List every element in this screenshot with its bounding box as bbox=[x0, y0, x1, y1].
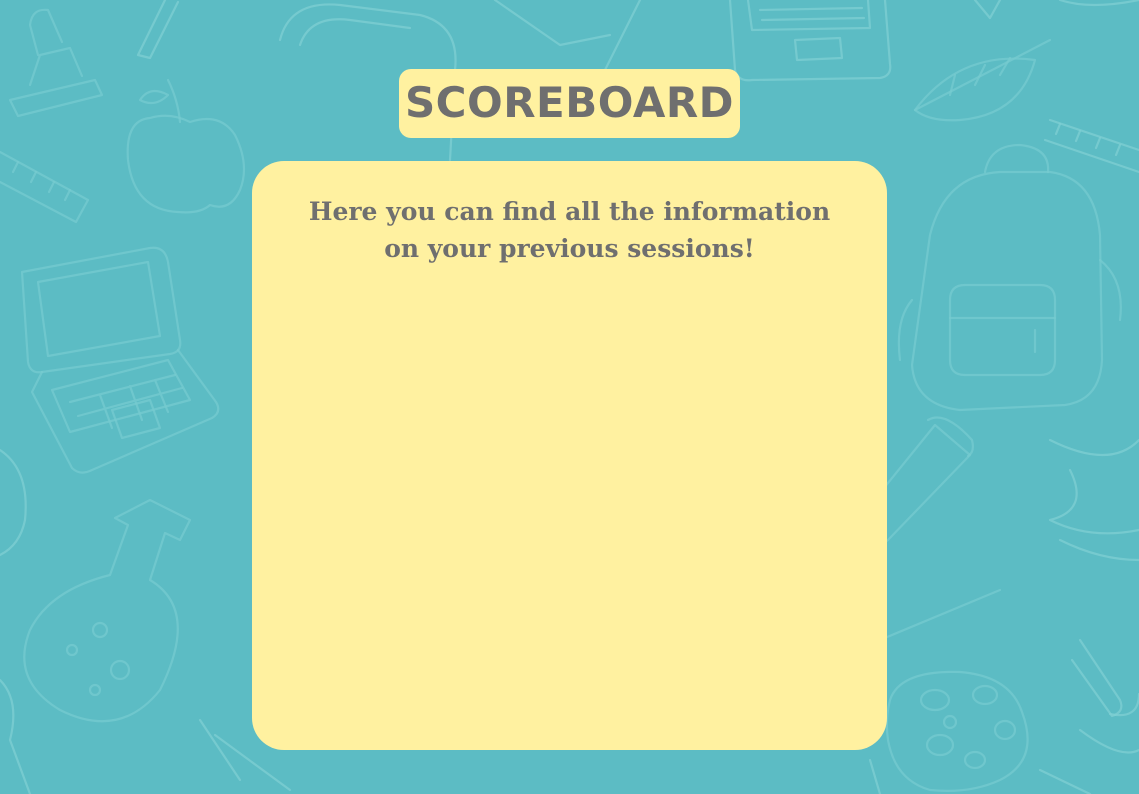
flask-doodle-icon bbox=[23, 498, 192, 723]
leaf-doodle-icon bbox=[913, 38, 1052, 122]
scoreboard-title-banner: SCOREBOARD bbox=[399, 69, 740, 138]
sessions-list-area bbox=[292, 281, 847, 718]
backpack-doodle-icon bbox=[897, 143, 1122, 412]
scoreboard-description: Here you can find all the information on… bbox=[308, 197, 831, 263]
ruler-doodle-icon bbox=[0, 150, 90, 224]
apple-doodle-icon bbox=[126, 78, 246, 214]
scoreboard-panel: Here you can find all the information on… bbox=[252, 161, 887, 750]
page-title: SCOREBOARD bbox=[404, 77, 735, 127]
stamp-doodle-icon bbox=[8, 8, 104, 118]
laptop-doodle-icon bbox=[20, 246, 220, 474]
palette-doodle-icon bbox=[885, 670, 1029, 792]
